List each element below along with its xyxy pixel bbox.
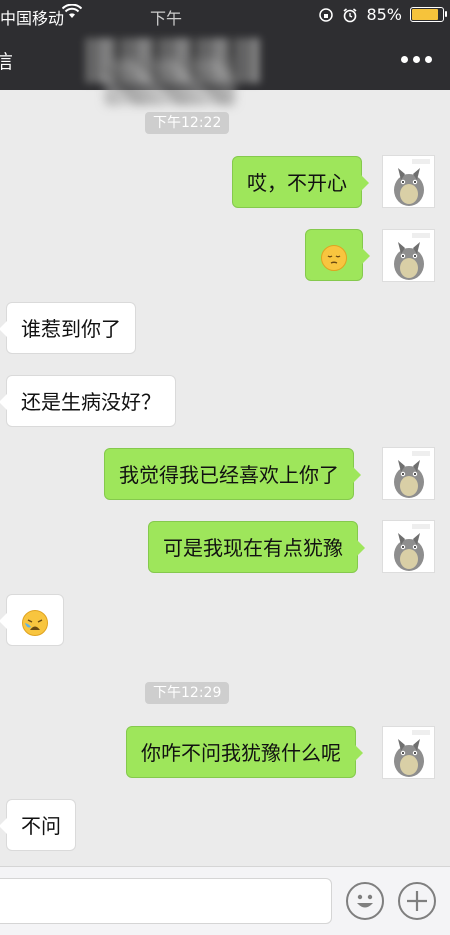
totoro-avatar-icon [394, 451, 430, 498]
plus-icon [407, 891, 427, 911]
more-dot-icon [425, 56, 432, 63]
received-message-bubble[interactable]: 还是生病没好？ [0, 375, 176, 427]
received-message-bubble[interactable]: 谁惹到你了 [0, 302, 136, 354]
emoji-icon [357, 894, 373, 908]
battery-fill [412, 9, 438, 20]
more-dot-icon [401, 56, 408, 63]
crying-face-icon [22, 609, 48, 636]
my-avatar[interactable] [382, 520, 435, 573]
battery-percent: 85% [366, 5, 402, 24]
my-avatar[interactable] [382, 447, 435, 500]
my-avatar[interactable] [382, 229, 435, 282]
my-avatar[interactable] [382, 726, 435, 779]
blurred-contact-name-overflow [105, 60, 235, 105]
rotation-lock-icon [319, 7, 334, 22]
status-time: 下午 [150, 9, 183, 28]
pensive-face-icon [321, 244, 347, 271]
message-input[interactable] [0, 878, 332, 924]
sent-message-bubble[interactable]: 我觉得我已经喜欢上你了 [104, 448, 361, 500]
input-bar [0, 866, 450, 935]
wifi-icon [62, 4, 82, 18]
status-right: 85% [318, 5, 447, 24]
totoro-avatar-icon [394, 524, 430, 571]
sent-message-bubble[interactable]: 哎，不开心 [232, 156, 369, 208]
carrier-label: 中国移动 [0, 9, 65, 28]
alarm-icon [343, 7, 357, 22]
plus-button[interactable] [398, 882, 436, 920]
sent-message-bubble[interactable]: 可是我现在有点犹豫 [148, 521, 365, 573]
received-message-bubble[interactable]: 不问 [0, 799, 76, 851]
totoro-avatar-icon [394, 233, 430, 280]
totoro-avatar-icon [394, 730, 430, 777]
status-bar: 中国移动 下午 85% [0, 0, 450, 30]
sent-message-bubble[interactable] [305, 229, 370, 281]
back-button[interactable]: 信 [0, 47, 13, 74]
sent-message-bubble[interactable]: 你咋不问我犹豫什么呢 [126, 726, 363, 778]
timestamp-pill: 下午12:29 [145, 682, 230, 704]
emoji-button[interactable] [346, 882, 384, 920]
more-menu-button[interactable] [401, 56, 432, 63]
more-dot-icon [413, 56, 420, 63]
totoro-avatar-icon [394, 159, 430, 206]
timestamp-pill: 下午12:22 [145, 112, 230, 134]
received-message-bubble[interactable] [0, 594, 64, 646]
battery-icon [410, 7, 447, 22]
my-avatar[interactable] [382, 155, 435, 208]
